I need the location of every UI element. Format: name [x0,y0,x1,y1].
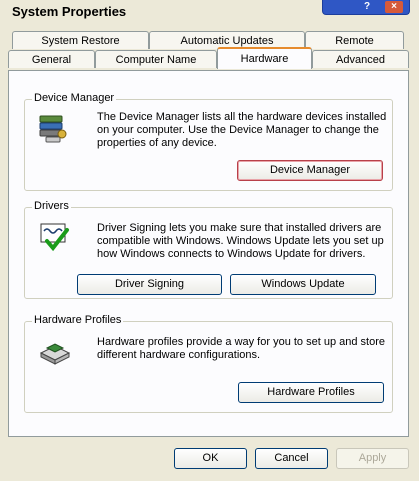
window-title: System Properties [12,4,127,19]
device-manager-description: The Device Manager lists all the hardwar… [97,111,387,149]
driver-signing-button[interactable]: Driver Signing [77,274,222,295]
hardware-profiles-button[interactable]: Hardware Profiles [238,382,384,403]
tab-advanced[interactable]: Advanced [312,50,409,68]
hardware-profiles-group-label: Hardware Profiles [32,314,124,326]
ok-button[interactable]: OK [174,448,247,469]
title-buttons: ? × [322,0,410,15]
tab-computer-name[interactable]: Computer Name [95,50,217,68]
device-manager-group-label: Device Manager [32,92,117,104]
windows-update-button[interactable]: Windows Update [230,274,376,295]
hardware-profiles-description: Hardware profiles provide a way for you … [97,336,385,361]
tab-hardware[interactable]: Hardware [217,47,312,69]
device-manager-icon [39,115,67,143]
title-bar[interactable]: System Properties ? × [0,0,419,24]
tab-general[interactable]: General [8,50,95,68]
device-manager-button[interactable]: Device Manager [237,160,383,181]
hardware-profiles-icon [39,343,71,365]
driver-signing-icon [40,223,69,252]
hardware-profiles-group: Hardware Profiles Hardware profiles prov… [24,314,393,413]
apply-button[interactable]: Apply [336,448,409,469]
close-button[interactable]: × [385,1,403,13]
tab-system-restore[interactable]: System Restore [12,31,149,49]
drivers-description: Driver Signing lets you make sure that i… [97,222,384,260]
tab-remote[interactable]: Remote [305,31,404,49]
drivers-group-label: Drivers [32,200,71,212]
help-button[interactable]: ? [359,1,375,13]
drivers-group: Drivers Driver Signing lets you make sur… [24,200,393,299]
cancel-button[interactable]: Cancel [255,448,328,469]
device-manager-group: Device Manager The Device Manager lists … [24,92,393,191]
hardware-panel: Device Manager The Device Manager lists … [8,70,409,437]
